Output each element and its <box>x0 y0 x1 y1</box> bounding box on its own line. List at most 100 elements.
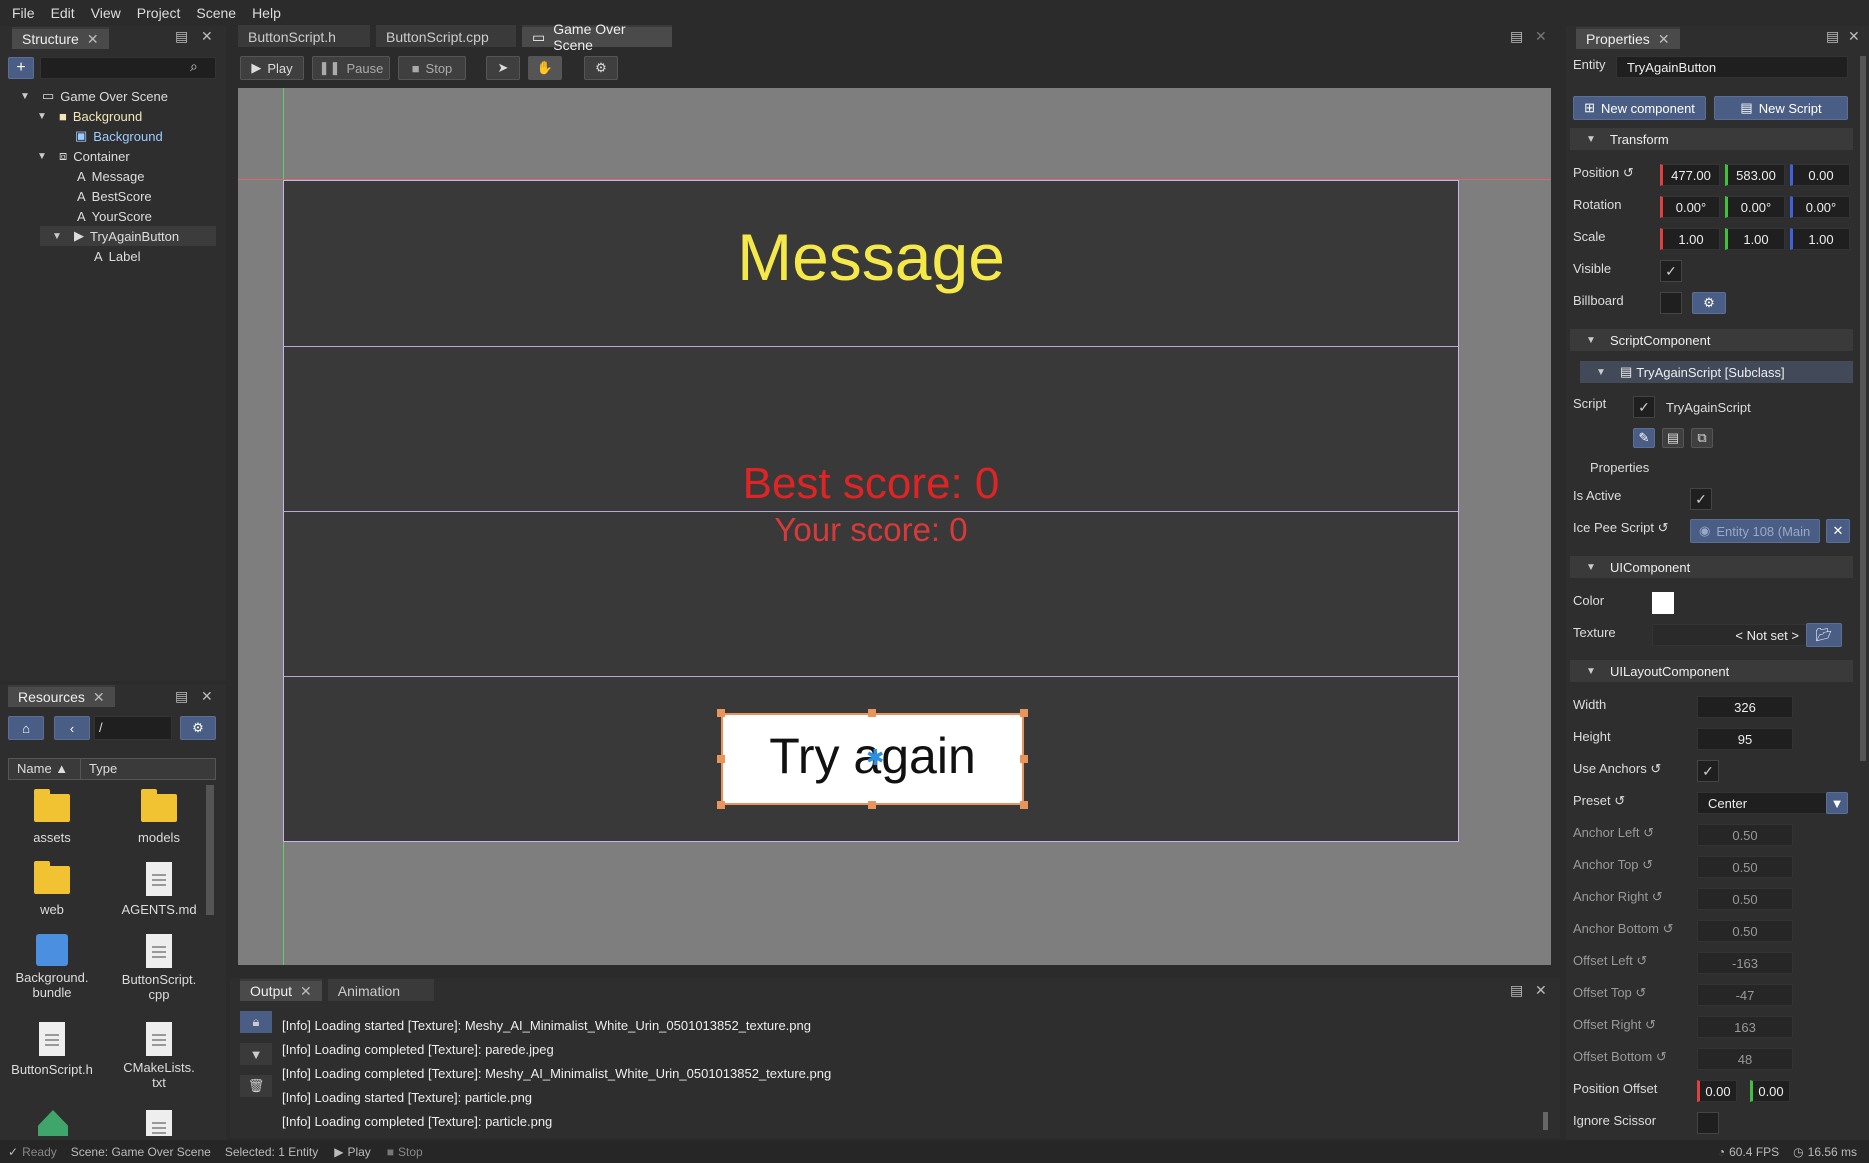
close-icon[interactable]: ✕ <box>93 689 105 706</box>
resource-web[interactable]: web <box>0 861 107 917</box>
tree-item-message[interactable]: A Message <box>77 166 144 186</box>
billboard-checkbox[interactable] <box>1660 292 1682 314</box>
anchor-right-input[interactable]: 0.50 <box>1697 888 1793 910</box>
entity-name-input[interactable]: TryAgainButton <box>1616 56 1848 78</box>
color-swatch[interactable] <box>1652 592 1674 614</box>
float-panel-icon[interactable]: ▤ <box>175 688 188 705</box>
menu-edit[interactable]: Edit <box>43 1 83 25</box>
reset-icon[interactable]: ↺ <box>1652 889 1663 904</box>
resources-settings-button[interactable]: ⚙ <box>180 716 216 740</box>
tab-animation[interactable]: Animation <box>327 979 434 1001</box>
pan-tool-button[interactable]: ✋ <box>528 56 562 80</box>
reset-icon[interactable]: ↺ <box>1642 857 1653 872</box>
position-x-input[interactable]: 477.00 <box>1660 164 1720 186</box>
reset-icon[interactable]: ↺ <box>1643 825 1654 840</box>
rotation-z-input[interactable]: 0.00° <box>1790 196 1850 218</box>
menu-help[interactable]: Help <box>244 1 289 25</box>
close-panel-icon[interactable]: ✕ <box>1848 28 1860 45</box>
tab-game-over-scene[interactable]: ▭ Game Over Scene <box>522 21 672 53</box>
lock-button[interactable]: 🔒︎ <box>240 1011 272 1033</box>
reset-icon[interactable]: ↺ <box>1658 520 1669 535</box>
path-input[interactable]: / <box>94 716 172 740</box>
ui-layout-header[interactable]: ▼ UILayoutComponent <box>1570 660 1853 682</box>
script-component-header[interactable]: ▼ ScriptComponent <box>1570 329 1853 351</box>
subclass-header[interactable]: ▼ ▤ TryAgainScript [Subclass] <box>1580 361 1853 383</box>
texture-field[interactable]: < Not set > <box>1652 624 1808 646</box>
resource-models[interactable]: models <box>104 789 214 845</box>
resize-handle[interactable] <box>868 801 876 809</box>
preset-select[interactable]: Center <box>1697 792 1827 814</box>
tree-item-bestscore[interactable]: A BestScore <box>77 186 152 206</box>
close-panel-icon[interactable]: ✕ <box>201 688 213 705</box>
container-rect[interactable]: Message Best score: 0 Your score: 0 Try … <box>283 180 1459 842</box>
tree-item-label-node[interactable]: A Label <box>94 246 140 266</box>
output-scrollbar[interactable] <box>1543 1112 1548 1130</box>
message-text[interactable]: Message <box>284 219 1458 295</box>
tab-resources[interactable]: Resources ✕ <box>8 685 115 707</box>
pivot-icon[interactable]: ✱ <box>866 745 884 771</box>
col-name[interactable]: Name ▲ <box>9 759 81 779</box>
collapse-icon[interactable]: ▼ <box>20 91 30 102</box>
billboard-settings-button[interactable]: ⚙ <box>1692 292 1726 314</box>
close-panel-icon[interactable]: ✕ <box>201 28 213 45</box>
scale-y-input[interactable]: 1.00 <box>1725 228 1785 250</box>
rotation-x-input[interactable]: 0.00° <box>1660 196 1720 218</box>
resource-cmakelists[interactable]: CMakeLists. txt <box>104 1022 214 1090</box>
resource-background-bundle[interactable]: Background. bundle <box>0 934 107 1000</box>
close-panel-icon[interactable]: ✕ <box>1535 982 1547 999</box>
resize-handle[interactable] <box>717 755 725 763</box>
tree-item-game-over-scene[interactable]: ▼ ▭ Game Over Scene <box>20 86 168 106</box>
your-score-text[interactable]: Your score: 0 <box>284 511 1458 549</box>
anchor-top-input[interactable]: 0.50 <box>1697 856 1793 878</box>
pause-button[interactable]: ❚❚ Pause <box>312 56 390 80</box>
home-button[interactable]: ⌂ <box>8 716 44 740</box>
use-anchors-checkbox[interactable]: ✓ <box>1697 760 1719 782</box>
float-panel-icon[interactable]: ▤ <box>1510 28 1523 45</box>
back-button[interactable]: ‹ <box>54 716 90 740</box>
resize-handle[interactable] <box>868 709 876 717</box>
float-panel-icon[interactable]: ▤ <box>1826 28 1839 45</box>
tree-item-container[interactable]: ▼ ⧈ Container <box>37 146 130 166</box>
reset-icon[interactable]: ↺ <box>1623 165 1634 180</box>
menu-view[interactable]: View <box>83 1 129 25</box>
resize-handle[interactable] <box>717 709 725 717</box>
offset-right-input[interactable]: 163 <box>1697 1016 1793 1038</box>
menu-project[interactable]: Project <box>129 1 189 25</box>
filter-button[interactable]: ▼ <box>240 1043 272 1065</box>
properties-scrollbar[interactable] <box>1860 56 1866 761</box>
best-score-text[interactable]: Best score: 0 <box>284 459 1458 509</box>
clear-log-button[interactable]: 🗑︎ <box>240 1075 272 1097</box>
new-component-button[interactable]: ⊞ New component <box>1573 96 1706 120</box>
resize-handle[interactable] <box>1020 801 1028 809</box>
play-button[interactable]: ▶ Play <box>240 56 304 80</box>
reset-icon[interactable]: ↺ <box>1650 761 1661 776</box>
resource-agents[interactable]: AGENTS.md <box>104 862 214 917</box>
reset-icon[interactable]: ↺ <box>1663 921 1674 936</box>
height-input[interactable]: 95 <box>1697 728 1793 750</box>
anchor-left-input[interactable]: 0.50 <box>1697 824 1793 846</box>
tab-buttonscript-h[interactable]: ButtonScript.h <box>238 25 370 47</box>
try-again-button[interactable]: Try again ✱ <box>721 713 1024 805</box>
float-panel-icon[interactable]: ▤ <box>1510 982 1523 999</box>
close-icon[interactable]: ✕ <box>1658 31 1670 48</box>
reset-icon[interactable]: ↺ <box>1614 793 1625 808</box>
offset-bottom-input[interactable]: 48 <box>1697 1048 1793 1070</box>
preset-dropdown-button[interactable]: ▼ <box>1826 792 1848 814</box>
clear-reference-button[interactable]: ✕ <box>1826 519 1850 543</box>
tree-item-background-image[interactable]: ▣ Background <box>75 126 163 146</box>
close-icon[interactable]: ✕ <box>300 983 312 1000</box>
script-enabled-checkbox[interactable]: ✓ <box>1633 396 1655 418</box>
close-panel-icon[interactable]: ✕ <box>1535 28 1547 45</box>
close-icon[interactable]: ✕ <box>87 31 99 48</box>
ignore-scissor-checkbox[interactable] <box>1697 1112 1719 1134</box>
tree-item-tryagainbutton[interactable]: ▼ ▶ TryAgainButton <box>40 226 216 246</box>
col-type[interactable]: Type <box>81 759 117 779</box>
position-y-input[interactable]: 583.00 <box>1725 164 1785 186</box>
reset-icon[interactable]: ↺ <box>1656 1049 1667 1064</box>
reset-icon[interactable]: ↺ <box>1635 985 1646 1000</box>
scale-z-input[interactable]: 1.00 <box>1790 228 1850 250</box>
resource-assets[interactable]: assets <box>0 789 107 845</box>
select-tool-button[interactable]: ➤ <box>486 56 520 80</box>
resource-buttonscript-h[interactable]: ButtonScript.h <box>0 1022 107 1077</box>
resource-buttonscript-cpp[interactable]: ButtonScript. cpp <box>104 934 214 1002</box>
